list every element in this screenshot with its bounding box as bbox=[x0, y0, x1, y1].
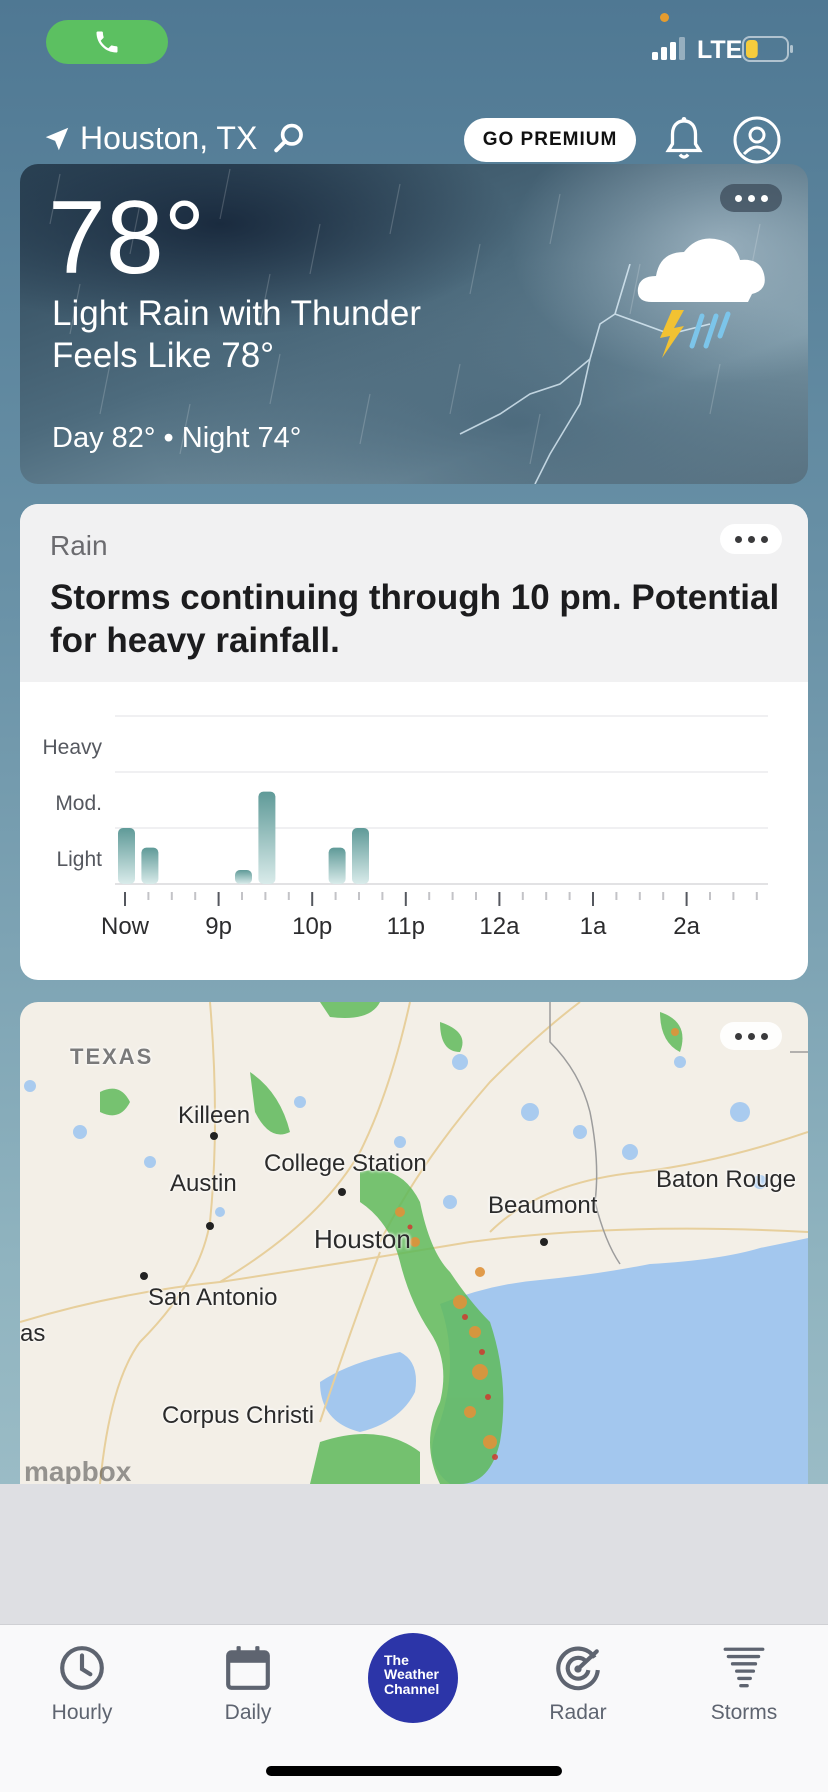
map-city-label: College Station bbox=[264, 1150, 427, 1177]
home-indicator bbox=[266, 1766, 562, 1776]
condition-text: Light Rain with Thunder bbox=[52, 294, 422, 333]
chart-x-label: 12a bbox=[479, 913, 520, 940]
active-call-pill[interactable] bbox=[46, 20, 168, 64]
bell-icon[interactable] bbox=[664, 116, 704, 162]
chart-x-label: 1a bbox=[580, 913, 607, 940]
precipitation-chart: Light Mod. Heavy Now 9p 10p 11p 12a 1a 2a bbox=[42, 715, 768, 940]
tab-hourly[interactable]: Hourly bbox=[12, 1643, 152, 1733]
chart-x-label: 11p bbox=[387, 913, 425, 940]
precip-bar bbox=[328, 847, 346, 884]
tab-label: Hourly bbox=[51, 1701, 113, 1724]
map-city-dot bbox=[338, 1188, 346, 1196]
current-temperature: 78° bbox=[48, 180, 206, 296]
phone-icon bbox=[96, 31, 118, 53]
location-name[interactable]: Houston, TX bbox=[80, 120, 257, 157]
map-city-label: Baton Rouge bbox=[656, 1166, 797, 1193]
chart-x-label: Now bbox=[101, 913, 150, 940]
map-card-more-button[interactable] bbox=[720, 1022, 782, 1050]
map-city-dot bbox=[540, 1238, 548, 1246]
network-type: LTE bbox=[697, 36, 743, 64]
chart-y-label: Mod. bbox=[55, 792, 102, 815]
tab-daily[interactable]: Daily bbox=[178, 1643, 318, 1733]
map-city-dot bbox=[210, 1132, 218, 1140]
tab-label: Daily bbox=[224, 1701, 272, 1724]
day-night-temps: Day 82° • Night 74° bbox=[52, 422, 302, 454]
chart-x-label: 9p bbox=[205, 913, 232, 940]
map-city-label: Killeen bbox=[178, 1102, 251, 1129]
tab-label: Storms bbox=[710, 1701, 778, 1724]
calendar-icon bbox=[226, 1646, 270, 1690]
rain-headline: Storms continuing through 10 pm. Potenti… bbox=[50, 578, 780, 661]
rain-forecast-card[interactable]: Rain Storms continuing through 10 pm. Po… bbox=[20, 504, 808, 980]
chart-y-label: Light bbox=[56, 848, 102, 871]
status-bar: LTE bbox=[0, 0, 828, 100]
radar-icon bbox=[556, 1646, 600, 1691]
map-city-label: San Antonio bbox=[148, 1284, 278, 1311]
chart-x-label: 2a bbox=[673, 913, 700, 940]
search-icon[interactable] bbox=[272, 122, 306, 156]
feels-like-text: Feels Like 78° bbox=[52, 336, 275, 375]
rain-card-title: Rain bbox=[50, 530, 108, 561]
tab-label: Radar bbox=[549, 1701, 607, 1724]
map-city-dot bbox=[140, 1272, 148, 1280]
logo-text-line: Weather bbox=[384, 1666, 439, 1683]
logo-text-line: The bbox=[384, 1652, 409, 1668]
precip-bar bbox=[235, 870, 252, 884]
weather-channel-logo[interactable]: The Weather Channel bbox=[368, 1633, 458, 1723]
chart-y-label: Heavy bbox=[42, 736, 102, 759]
map-city-label: Beaumont bbox=[488, 1192, 598, 1219]
radar-map[interactable] bbox=[20, 1002, 808, 1484]
tab-radar[interactable]: Radar bbox=[508, 1643, 648, 1733]
current-conditions-card[interactable]: 78° Light Rain with Thunder Feels Like 7… bbox=[20, 164, 808, 484]
precip-bar bbox=[141, 847, 159, 884]
current-card-more-button[interactable] bbox=[720, 184, 782, 212]
map-city-label: Austin bbox=[170, 1170, 237, 1197]
map-region-label: TEXAS bbox=[70, 1044, 154, 1069]
precip-bar bbox=[258, 791, 276, 884]
map-city-dot bbox=[206, 1222, 214, 1230]
map-city-label: Corpus Christi bbox=[162, 1402, 315, 1429]
rain-card-more-button[interactable] bbox=[720, 524, 782, 554]
precip-bar bbox=[118, 828, 135, 884]
map-city-label: as bbox=[20, 1320, 46, 1347]
location-arrow-icon bbox=[45, 127, 69, 151]
tab-storms[interactable]: Storms bbox=[674, 1643, 814, 1733]
logo-text-line: Channel bbox=[384, 1680, 440, 1697]
go-premium-button[interactable]: GO PREMIUM bbox=[464, 118, 636, 162]
radar-map-card[interactable]: TEXAS Killeen College Station Austin Bat… bbox=[20, 1002, 808, 1484]
privacy-indicator-dot bbox=[660, 13, 669, 22]
battery-icon bbox=[742, 36, 793, 62]
clock-icon bbox=[60, 1646, 104, 1690]
map-city-label: Houston bbox=[314, 1224, 411, 1254]
chart-x-label: 10p bbox=[292, 913, 332, 940]
cloud-thunder-rain-icon bbox=[637, 238, 765, 358]
tornado-icon bbox=[723, 1647, 765, 1688]
cellular-signal-icon bbox=[652, 37, 685, 60]
content-loading-area bbox=[0, 1484, 828, 1624]
profile-icon[interactable] bbox=[733, 116, 781, 164]
precip-bar bbox=[352, 828, 369, 884]
mapbox-attribution[interactable]: mapbox bbox=[24, 1456, 131, 1484]
